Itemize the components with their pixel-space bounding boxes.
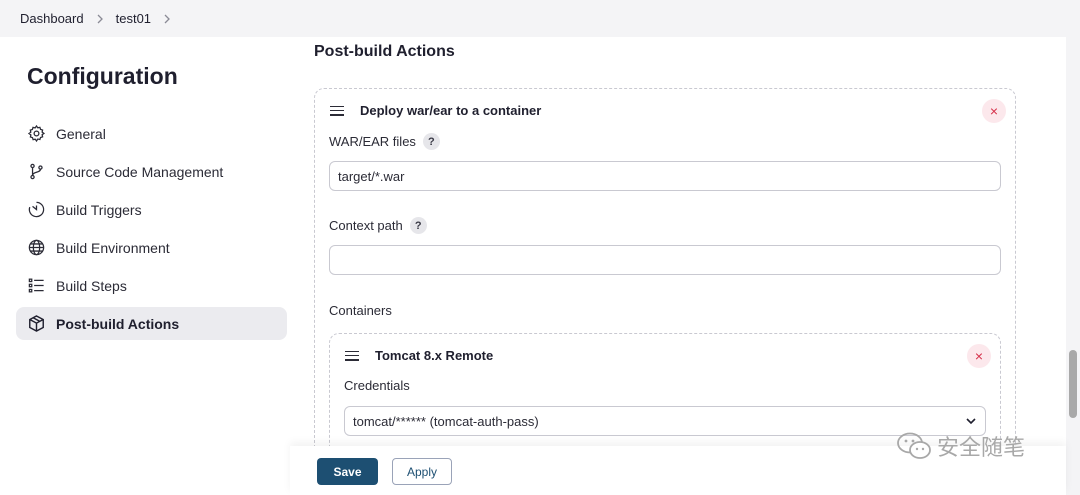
chevron-right-icon	[88, 14, 112, 24]
context-path-label-text: Context path	[329, 218, 403, 233]
globe-icon	[26, 238, 46, 258]
scrollbar-track[interactable]	[1066, 37, 1080, 495]
sidebar-item-post-build-actions[interactable]: Post-build Actions	[16, 307, 287, 340]
delete-deploy-button[interactable]: ×	[982, 99, 1006, 123]
timer-icon	[26, 200, 46, 220]
watermark: 安全随笔	[895, 430, 1025, 462]
help-icon[interactable]: ?	[409, 217, 427, 234]
sidebar-item-build-steps[interactable]: Build Steps	[16, 269, 287, 302]
container-card-header: Tomcat 8.x Remote	[345, 348, 493, 363]
war-files-label-text: WAR/EAR files	[329, 134, 416, 149]
chevron-right-icon[interactable]	[155, 14, 179, 24]
sidebar-item-label: Build Environment	[56, 239, 170, 256]
git-branch-icon	[26, 162, 46, 182]
breadcrumb-test01[interactable]: test01	[112, 11, 155, 26]
sidebar-item-label: Build Triggers	[56, 201, 142, 218]
delete-container-button[interactable]: ×	[967, 344, 991, 368]
chevron-down-icon	[966, 418, 976, 425]
sidebar-item-label: General	[56, 125, 106, 142]
war-files-input[interactable]	[329, 161, 1001, 191]
sidebar-nav: General Source Code Management Build Tri…	[16, 117, 287, 345]
watermark-text: 安全随笔	[937, 435, 1026, 460]
drag-handle-icon[interactable]	[345, 350, 359, 361]
deploy-card-header: Deploy war/ear to a container	[330, 103, 541, 118]
wechat-icon	[897, 432, 931, 459]
sidebar-item-general[interactable]: General	[16, 117, 287, 150]
credentials-select[interactable]: tomcat/****** (tomcat-auth-pass)	[344, 406, 986, 436]
war-files-label: WAR/EAR files ?	[329, 133, 440, 150]
credentials-select-value: tomcat/****** (tomcat-auth-pass)	[353, 413, 539, 429]
containers-label: Containers	[329, 303, 392, 318]
sidebar-item-label: Build Steps	[56, 277, 127, 294]
sidebar-item-build-environment[interactable]: Build Environment	[16, 231, 287, 264]
scrollbar-thumb[interactable]	[1069, 350, 1077, 418]
apply-button[interactable]: Apply	[392, 458, 452, 485]
sidebar-item-label: Source Code Management	[56, 163, 224, 180]
sidebar-item-source-code-management[interactable]: Source Code Management	[16, 155, 287, 188]
sidebar-item-label: Post-build Actions	[56, 315, 180, 332]
main-content: Post-build Actions Deploy war/ear to a c…	[314, 37, 1054, 495]
credentials-label: Credentials	[344, 378, 410, 393]
section-title: Post-build Actions	[314, 43, 455, 60]
deploy-card-title: Deploy war/ear to a container	[360, 103, 542, 118]
context-path-input[interactable]	[329, 245, 1001, 275]
breadcrumb: Dashboard test01	[0, 0, 1080, 37]
save-button[interactable]: Save	[317, 458, 378, 485]
page-title: Configuration	[27, 63, 178, 89]
gear-icon	[26, 124, 46, 144]
list-icon	[26, 276, 46, 296]
container-card-title: Tomcat 8.x Remote	[375, 348, 494, 363]
context-path-label: Context path ?	[329, 217, 427, 234]
drag-handle-icon[interactable]	[330, 105, 344, 116]
sidebar-item-build-triggers[interactable]: Build Triggers	[16, 193, 287, 226]
cube-icon	[26, 314, 46, 334]
breadcrumb-dashboard[interactable]: Dashboard	[16, 11, 88, 26]
help-icon[interactable]: ?	[422, 133, 440, 150]
